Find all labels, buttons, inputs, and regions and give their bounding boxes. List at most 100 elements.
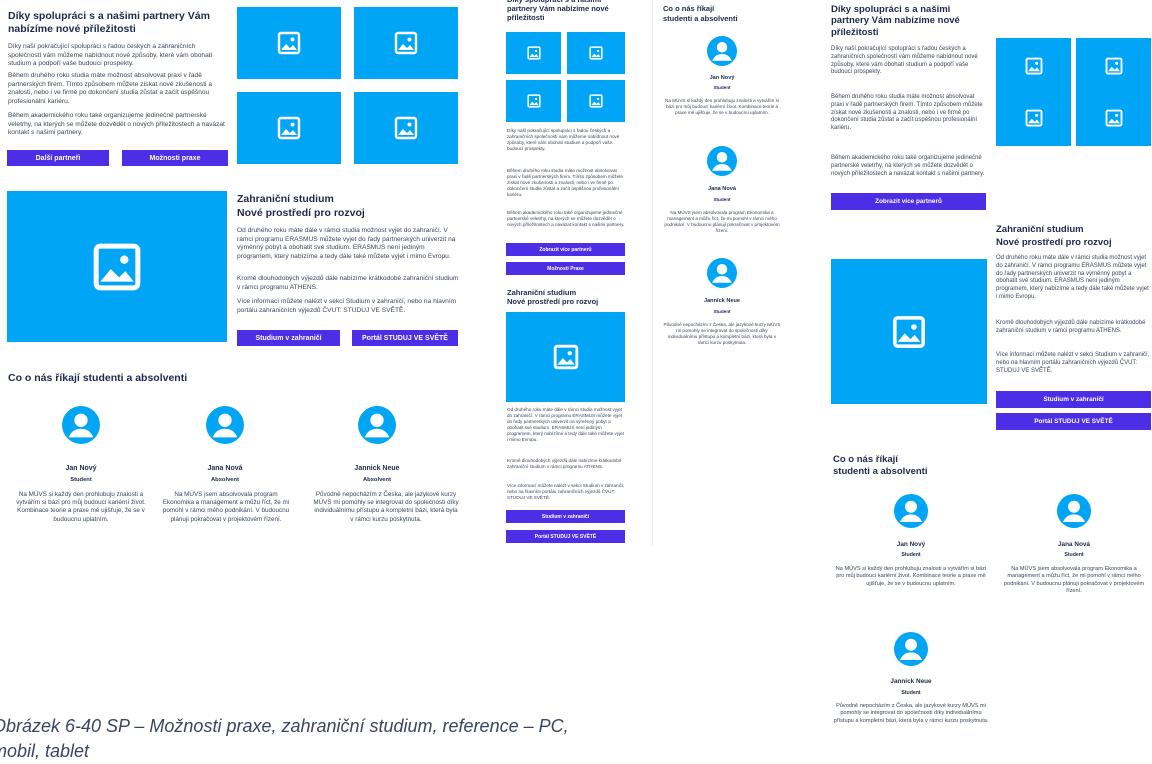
tablet-abroad-title-1: Zahraniční studium — [996, 224, 1084, 235]
mobile-partners-text-1: Díky naší pokračující spolupráci s řadou… — [507, 128, 620, 151]
mobile-abroad-text-3: Více informací můžete nalézt v sekci Stu… — [507, 483, 625, 500]
image-placeholder-icon — [526, 46, 541, 60]
desktop-person-quote-2: Na MÚVS jsem absolvovala program Ekonomi… — [162, 491, 290, 523]
tablet-partner-image-2 — [1076, 38, 1151, 94]
tablet-partners-text-3: Během akademického roku také organizujem… — [831, 155, 985, 177]
mobile-avatar-2 — [707, 146, 737, 176]
user-avatar-icon — [899, 500, 923, 523]
tablet-abroad-text-1: Od druhého roku máte dále v rámci studia… — [996, 255, 1149, 300]
mobile-person-name-2: Jana Nová — [708, 186, 736, 192]
mobile-partners-text-3: Během akademického roku také organizujem… — [507, 210, 625, 227]
mobile-abroad-text-1: Od druhého roku máte dále v rámci studia… — [507, 407, 624, 442]
tablet-partners-text-1: Díky naší pokračující spolupráci s řadou… — [831, 46, 978, 76]
image-placeholder-icon — [589, 94, 603, 108]
desktop-person-name-1: Jan Nový — [65, 465, 97, 472]
tablet-person-name-2: Jana Nová — [1058, 541, 1090, 548]
tablet-testimonials-title-1: Co o nás říkají — [833, 454, 898, 465]
desktop-partners-text-3: Během akademického roku také organizujem… — [8, 112, 225, 137]
desktop-person-role-1: Student — [70, 477, 92, 483]
desktop-partner-image-3 — [237, 92, 341, 164]
tablet-avatar-1 — [894, 494, 928, 528]
user-avatar-icon — [212, 413, 238, 438]
tablet-avatar-2 — [1057, 494, 1091, 528]
desktop-partner-image-4 — [354, 92, 458, 164]
tablet-portal-button[interactable]: Portál STUDUJ VE SVĚTĚ — [996, 413, 1151, 430]
desktop-partners-title: Díky spolupráci s a našimi partnery Vám … — [8, 10, 210, 35]
tablet-more-partners-button[interactable]: Zobrazit více partnerů — [831, 193, 986, 210]
image-placeholder-icon — [553, 344, 578, 370]
mobile-avatar-3 — [707, 258, 737, 288]
desktop-person-quote-1: Na MÚVS si každý den prohlubuju znalosti… — [16, 491, 146, 523]
tablet-abroad-button[interactable]: Studium v zahraničí — [996, 391, 1151, 408]
image-placeholder-icon — [893, 315, 925, 348]
mobile-testimonials-title-2: studenti a absolventi — [663, 14, 738, 23]
tablet-abroad-text-2: Kromě dlouhodobých výjezdů dále nabízíme… — [996, 320, 1146, 334]
image-placeholder-icon — [93, 243, 141, 290]
tablet-avatar-3 — [894, 632, 928, 666]
mobile-column-divider — [652, 0, 653, 545]
mobile-person-quote-1: Na MÚVS si každý den prohlubuju znalosti… — [665, 98, 779, 115]
mobile-more-partners-button[interactable]: Zobrazit více partnerů — [506, 243, 625, 256]
tablet-person-name-3: Jannick Neue — [890, 678, 932, 685]
tablet-person-role-2: Student — [1064, 552, 1084, 558]
desktop-partner-image-1 — [237, 7, 341, 79]
mobile-person-name-1: Jan Nový — [709, 75, 735, 81]
user-avatar-icon — [68, 413, 94, 438]
image-placeholder-icon — [589, 46, 603, 60]
mobile-abroad-image — [506, 312, 625, 402]
tablet-person-role-3: Student — [901, 690, 921, 696]
desktop-abroad-title-1: Zahraniční studium — [237, 193, 334, 205]
image-placeholder-icon — [526, 94, 541, 108]
mobile-portal-button[interactable]: Portál STUDUJ VE SVĚTĚ — [506, 530, 625, 543]
tablet-partner-image-1 — [996, 38, 1071, 94]
mobile-practice-button[interactable]: Možnosti Praxe — [506, 262, 625, 275]
image-placeholder-icon — [1105, 57, 1122, 75]
mobile-avatar-1 — [707, 36, 737, 66]
tablet-partners-title: Díky spolupráci s a našimi partnery Vám … — [831, 4, 960, 38]
image-placeholder-icon — [394, 116, 418, 140]
desktop-abroad-text-2: Kromě dlouhodobých výjezdů dále nabízíme… — [237, 275, 459, 291]
desktop-avatar-1 — [62, 406, 100, 444]
image-placeholder-icon — [277, 31, 301, 55]
tablet-abroad-title-2: Nové prostředí pro rozvoj — [996, 237, 1112, 248]
desktop-abroad-button[interactable]: Studium v zahraničí — [237, 330, 340, 346]
desktop-avatar-2 — [206, 406, 244, 444]
desktop-person-name-3: Jannick Neue — [354, 465, 400, 472]
tablet-person-quote-3: Původně nepocházím z Česka, ale jazykové… — [833, 703, 989, 724]
tablet-partners-text-2: Během druhého roku studia máte možnost a… — [831, 94, 983, 132]
tablet-person-quote-2: Na MÚVS jsem absolvovala program Ekonomi… — [1003, 566, 1145, 594]
image-placeholder-icon — [1025, 57, 1042, 75]
user-avatar-icon — [712, 152, 732, 171]
desktop-abroad-text-3: Více informací můžete nalézt v sekci Stu… — [237, 298, 457, 314]
mobile-person-quote-3: Původně nepocházím z Česka, ale jazykové… — [663, 322, 781, 345]
desktop-partner-image-2 — [354, 7, 458, 79]
desktop-partners-button[interactable]: Další partneři — [7, 150, 109, 166]
mobile-partners-text-2: Během druhého roku studia máte možnost a… — [507, 168, 624, 197]
desktop-abroad-image — [7, 191, 227, 342]
mobile-partner-image-4 — [567, 80, 625, 122]
mobile-abroad-title-1: Zahraniční studium — [507, 288, 577, 297]
mobile-partner-image-2 — [567, 32, 625, 74]
tablet-person-role-1: Student — [901, 552, 921, 558]
desktop-partners-text-1: Díky naší pokračující spolupráci s řadou… — [8, 43, 213, 68]
desktop-partners-text-2: Během druhého roku studia máte možnost a… — [8, 72, 213, 105]
desktop-portal-button[interactable]: Portál STUDUJ VE SVĚTĚ — [352, 330, 458, 346]
mobile-abroad-text-2: Kromě dlouhodobých výjezdů dále nabízíme… — [507, 458, 622, 469]
tablet-person-quote-1: Na MÚVS si každý den prohlubuju znalosti… — [835, 566, 987, 587]
mobile-person-quote-2: Na MÚVS jsem absolvovala program Ekonomi… — [664, 210, 780, 233]
desktop-practice-button[interactable]: Možnosti praxe — [122, 150, 228, 166]
figure-caption-line-2: mobil, tablet — [0, 741, 90, 761]
tablet-testimonials-title-2: studenti a absolventi — [833, 466, 928, 477]
user-avatar-icon — [712, 42, 732, 61]
desktop-abroad-text-1: Od druhého roku máte dále v rámci studia… — [237, 227, 456, 260]
image-placeholder-icon — [394, 31, 418, 55]
mobile-person-role-2: Student — [713, 197, 731, 202]
mobile-abroad-button[interactable]: Studium v zahraničí — [506, 510, 625, 523]
tablet-partner-image-3 — [996, 90, 1071, 146]
desktop-testimonials-title: Co o nás říkají studenti a absolventi — [8, 372, 188, 384]
mobile-partners-title: Díky spolupráci s a našimi partnery Vám … — [507, 0, 609, 22]
desktop-person-role-2: Absolvent — [210, 477, 240, 483]
tablet-abroad-text-3: Více informací můžete nalézt v sekci Stu… — [996, 352, 1150, 374]
figure-caption-line-1: Obrázek 6-40 SP – Možnosti praxe, zahran… — [0, 716, 569, 736]
mobile-person-role-3: Student — [713, 309, 731, 314]
